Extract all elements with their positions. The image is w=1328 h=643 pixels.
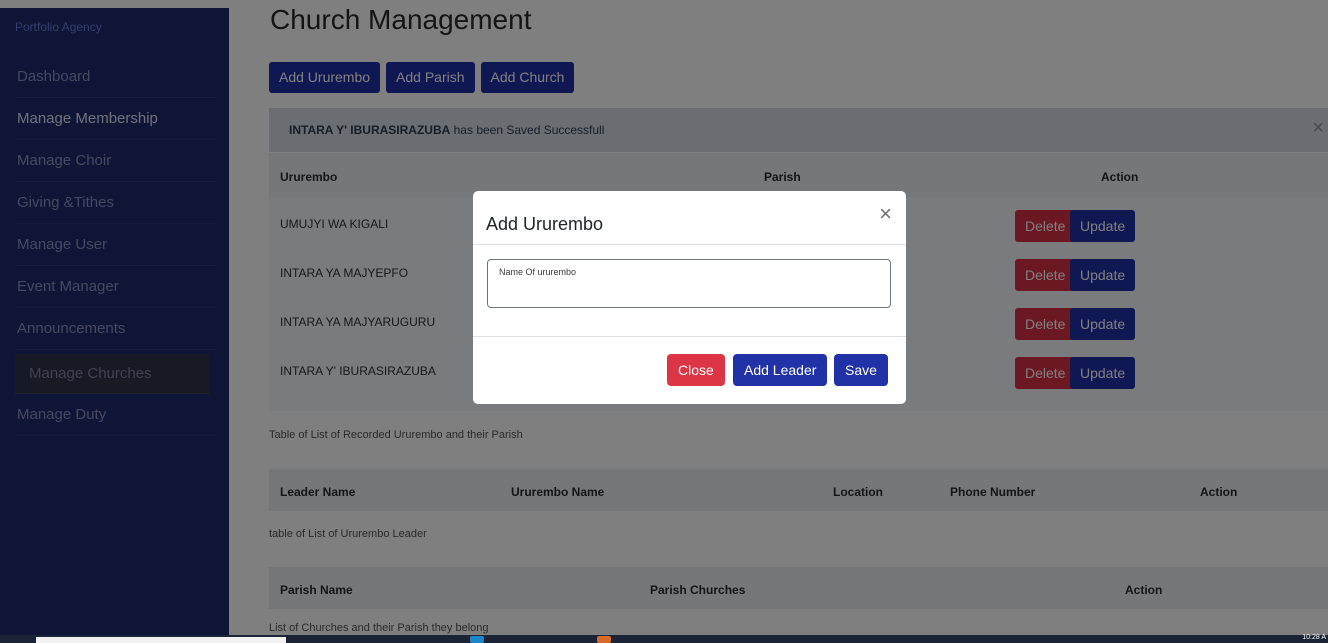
ururembo-name-input[interactable] xyxy=(498,282,878,302)
modal-divider xyxy=(473,336,906,337)
modal-divider xyxy=(473,244,906,245)
os-taskbar: 10:28 A xyxy=(0,634,1328,643)
taskbar-search-box[interactable] xyxy=(36,637,286,643)
save-button[interactable]: Save xyxy=(834,354,888,386)
close-button[interactable]: Close xyxy=(667,354,725,386)
close-icon[interactable]: × xyxy=(879,201,892,227)
modal-title: Add Ururembo xyxy=(486,214,604,234)
taskbar-clock: 10:28 A xyxy=(1302,634,1326,641)
add-ururembo-modal: Add Ururembo × Name Of ururembo Close Ad… xyxy=(473,191,906,404)
app-icon[interactable] xyxy=(597,636,611,643)
page: Portfolio Agency Dashboard Manage Member… xyxy=(0,0,1328,643)
add-leader-button[interactable]: Add Leader xyxy=(733,354,828,386)
ururembo-name-field[interactable]: Name Of ururembo xyxy=(487,259,891,308)
browser-icon[interactable] xyxy=(470,636,484,643)
field-label: Name Of ururembo xyxy=(499,267,577,277)
